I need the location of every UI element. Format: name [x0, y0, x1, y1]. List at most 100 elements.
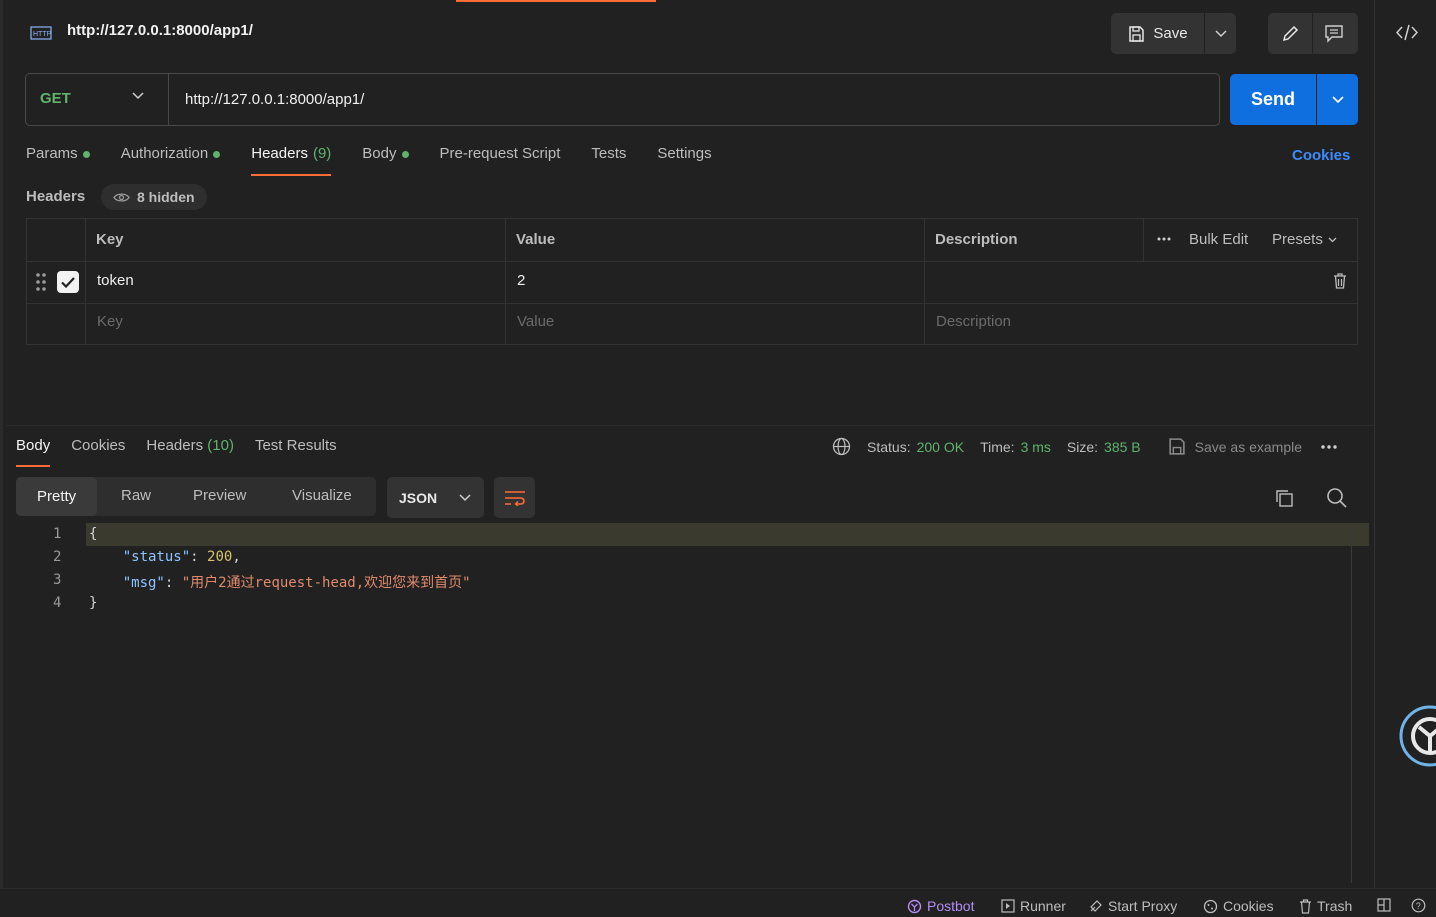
pencil-icon[interactable]	[1281, 24, 1300, 43]
tab-headers[interactable]: Headers (9)	[251, 145, 332, 176]
send-dropdown-button[interactable]	[1317, 74, 1358, 125]
method-select[interactable]: GET	[40, 90, 71, 107]
header-enabled-checkbox[interactable]	[57, 271, 79, 293]
help-icon[interactable]: ?	[1411, 898, 1426, 913]
http-icon: HTTP	[30, 24, 54, 42]
response-tab-test-results[interactable]: Test Results	[255, 437, 337, 467]
line-number: 4	[53, 595, 62, 611]
save-as-example-label: Save as example	[1194, 438, 1303, 455]
size-value: 385 B	[1104, 438, 1141, 455]
postbot-label: Postbot	[927, 898, 975, 914]
current-line-highlight	[86, 523, 1369, 546]
time-value: 3 ms	[1020, 438, 1051, 455]
send-button[interactable]: Send	[1230, 74, 1316, 125]
status-dot	[401, 151, 409, 158]
postbot-floating-icon[interactable]	[1399, 705, 1436, 767]
response-tab-headers[interactable]: Headers (10)	[146, 437, 234, 467]
response-body-editor[interactable]: 1 2 3 4 { "status": 200, "msg": "用户2通过re…	[6, 523, 1369, 883]
tab-settings[interactable]: Settings	[657, 145, 711, 176]
url-input[interactable]: http://127.0.0.1:8000/app1/	[185, 91, 364, 108]
headers-section-label: Headers	[26, 188, 86, 205]
tab-label: Body	[362, 145, 397, 162]
pane-divider[interactable]	[6, 425, 1377, 426]
view-mode-visualize[interactable]: Visualize	[292, 487, 352, 504]
new-description-input[interactable]: Description	[936, 313, 1011, 330]
presets-dropdown[interactable]: Presets	[1272, 231, 1337, 248]
header-key-cell[interactable]: token	[97, 272, 134, 289]
chevron-down-icon	[459, 493, 471, 502]
header-value-cell[interactable]: 2	[517, 272, 525, 289]
bulk-edit-button[interactable]: Bulk Edit	[1189, 231, 1248, 248]
new-value-input[interactable]: Value	[517, 313, 554, 330]
editor-scrollbar[interactable]	[1351, 523, 1352, 883]
json-number: 200	[207, 549, 233, 565]
json-key: "msg"	[122, 575, 165, 591]
format-dropdown[interactable]: JSON	[387, 477, 484, 518]
json-string: "用户2通过request-head,欢迎您来到首页"	[181, 575, 471, 591]
tab-label: Params	[26, 145, 78, 162]
layout-icon[interactable]	[1377, 898, 1391, 912]
hidden-headers-toggle[interactable]: 8 hidden	[101, 184, 207, 210]
new-key-input[interactable]: Key	[97, 313, 123, 330]
response-tabs: Body Cookies Headers (10) Test Results	[16, 437, 358, 467]
start-proxy-button[interactable]: Start Proxy	[1089, 898, 1177, 914]
save-button[interactable]: Save	[1111, 13, 1204, 54]
tab-label: Tests	[591, 145, 627, 162]
more-options-icon[interactable]	[1320, 439, 1338, 455]
globe-icon[interactable]	[832, 437, 851, 456]
cookies-footer-label: Cookies	[1223, 898, 1274, 914]
copy-icon[interactable]	[1274, 488, 1294, 508]
runner-button[interactable]: Runner	[1001, 898, 1066, 914]
postbot-button[interactable]: Postbot	[907, 898, 974, 914]
view-mode-preview[interactable]: Preview	[193, 487, 246, 504]
view-mode-pretty[interactable]: Pretty	[16, 477, 98, 516]
runner-label: Runner	[1020, 898, 1066, 914]
tab-authorization[interactable]: Authorization	[121, 145, 221, 176]
trash-footer-button[interactable]: Trash	[1299, 898, 1352, 914]
edit-comment-group	[1268, 13, 1358, 54]
search-icon[interactable]	[1326, 487, 1347, 508]
status-dot	[213, 151, 221, 158]
request-title[interactable]: http://127.0.0.1:8000/app1/	[67, 22, 253, 39]
runner-icon	[1001, 899, 1015, 913]
chevron-down-icon	[1214, 29, 1227, 38]
trash-icon[interactable]	[1333, 273, 1347, 289]
proxy-icon	[1089, 899, 1103, 913]
json-key: "status"	[122, 549, 191, 565]
save-dropdown-button[interactable]	[1205, 13, 1236, 54]
drag-handle-icon[interactable]	[35, 272, 47, 292]
tab-label: Settings	[657, 145, 712, 162]
svg-text:?: ?	[1416, 901, 1421, 911]
tab-pre-request-script[interactable]: Pre-request Script	[440, 145, 561, 176]
start-proxy-label: Start Proxy	[1108, 898, 1178, 914]
save-as-example-button[interactable]: Save as example	[1167, 437, 1302, 456]
chevron-down-icon	[1331, 95, 1344, 104]
code-line: "msg": "用户2通过request-head,欢迎您来到首页"	[122, 575, 471, 591]
tab-tests[interactable]: Tests	[591, 145, 626, 176]
postbot-icon	[907, 899, 922, 914]
chevron-down-icon[interactable]	[132, 92, 144, 100]
tab-params[interactable]: Params	[26, 145, 90, 176]
line-number: 1	[53, 526, 62, 542]
code-snippet-icon[interactable]	[1396, 24, 1418, 41]
comment-icon[interactable]	[1324, 24, 1344, 43]
code-line: "status": 200,	[122, 549, 241, 565]
url-bar: GET http://127.0.0.1:8000/app1/	[25, 73, 1220, 126]
cookies-footer-button[interactable]: Cookies	[1203, 898, 1274, 914]
response-tab-body[interactable]: Body	[16, 437, 51, 467]
view-mode-raw[interactable]: Raw	[121, 487, 151, 504]
right-sidebar	[1374, 0, 1436, 888]
response-tab-cookies[interactable]: Cookies	[71, 437, 125, 467]
more-options-icon[interactable]	[1156, 231, 1172, 247]
chevron-down-icon	[1328, 237, 1337, 243]
main-panel: HTTP http://127.0.0.1:8000/app1/ Save GE…	[0, 0, 1377, 888]
size-label: Size:	[1066, 438, 1099, 455]
tab-body[interactable]: Body	[362, 145, 409, 176]
json-brace: {	[89, 526, 98, 542]
code-line: }	[89, 595, 97, 611]
headers-table: Key Value Description Bulk Edit Presets …	[26, 218, 1358, 345]
cookies-link[interactable]: Cookies	[1292, 147, 1350, 164]
wrap-lines-button[interactable]	[494, 477, 535, 518]
column-header-value: Value	[516, 231, 556, 248]
trash-footer-label: Trash	[1317, 898, 1353, 914]
